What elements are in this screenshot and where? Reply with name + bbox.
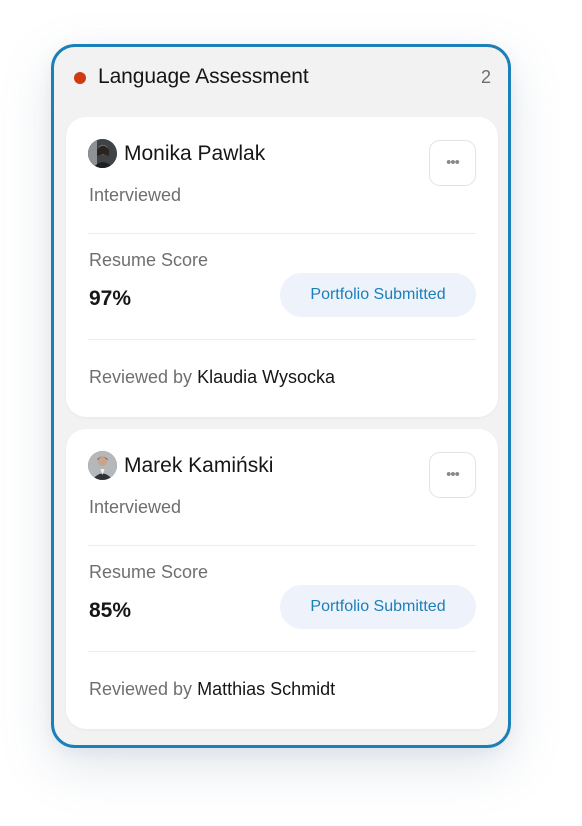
reviewed-by: Reviewed by Matthias Schmidt <box>89 679 335 700</box>
reviewer-name: Klaudia Wysocka <box>197 367 335 387</box>
score-value: 97% <box>89 287 132 310</box>
candidate-name: Monika Pawlak <box>124 142 266 165</box>
candidate-stage: Interviewed <box>89 497 182 517</box>
divider <box>88 545 476 546</box>
more-horizontal-icon: ••• <box>446 154 460 171</box>
score-value: 85% <box>89 599 132 622</box>
reviewed-by-prefix: Reviewed by <box>89 367 193 387</box>
column-title: Language Assessment <box>98 65 309 88</box>
status-badge: Portfolio Submitted <box>280 585 476 629</box>
divider <box>88 339 476 340</box>
kanban-column: Language Assessment 2 Monika Pawlak ••• … <box>51 44 511 748</box>
avatar <box>88 451 117 480</box>
reviewed-by-prefix: Reviewed by <box>89 679 193 699</box>
avatar <box>88 139 117 168</box>
score-label: Resume Score <box>89 562 209 582</box>
score-label: Resume Score <box>89 250 209 270</box>
column-header: Language Assessment 2 <box>54 47 508 111</box>
candidate-card[interactable]: Monika Pawlak ••• Interviewed Resume Sco… <box>66 117 498 417</box>
status-dot-icon <box>74 72 86 84</box>
more-horizontal-icon: ••• <box>446 466 460 483</box>
status-badge: Portfolio Submitted <box>280 273 476 317</box>
column-count: 2 <box>480 67 491 87</box>
candidate-name: Marek Kamiński <box>124 454 274 477</box>
divider <box>88 651 476 652</box>
reviewed-by: Reviewed by Klaudia Wysocka <box>89 367 335 388</box>
more-options-button[interactable]: ••• <box>429 140 476 186</box>
candidate-card[interactable]: Marek Kamiński ••• Interviewed Resume Sc… <box>66 429 498 729</box>
candidate-stage: Interviewed <box>89 185 182 205</box>
reviewer-name: Matthias Schmidt <box>197 679 336 699</box>
more-options-button[interactable]: ••• <box>429 452 476 498</box>
divider <box>88 233 476 234</box>
